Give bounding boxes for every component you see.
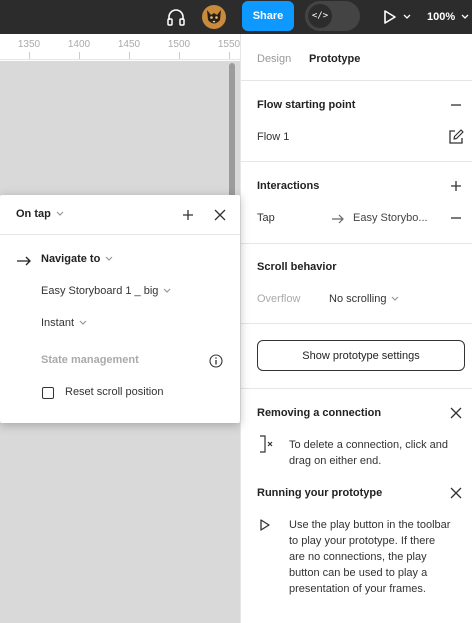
chevron-down-icon bbox=[79, 320, 87, 325]
text-line: Use the play button in the toolbar bbox=[289, 519, 451, 531]
trigger-select[interactable]: On tap bbox=[16, 208, 64, 220]
text-line: presentation of your frames. bbox=[289, 583, 426, 595]
ruler-mark bbox=[179, 52, 180, 59]
horizontal-ruler: 1350 1400 1450 1500 1550 bbox=[0, 34, 240, 60]
interactions-section-title: Interactions bbox=[257, 180, 320, 192]
ruler-tick: 1500 bbox=[167, 39, 191, 50]
close-icon[interactable] bbox=[447, 484, 465, 502]
disconnect-icon bbox=[260, 435, 273, 453]
flow-name[interactable]: Flow 1 bbox=[257, 131, 289, 143]
interaction-trigger: Tap bbox=[257, 212, 275, 224]
zoom-level[interactable]: 100% bbox=[427, 0, 469, 34]
properties-panel: Design Prototype Flow starting point Flo… bbox=[240, 34, 472, 623]
text-line: drag on either end. bbox=[289, 455, 382, 467]
dev-mode-toggle[interactable]: </> bbox=[305, 1, 360, 31]
arrow-right-icon bbox=[17, 256, 31, 266]
text-line: are no connections, the play bbox=[289, 551, 427, 563]
close-icon[interactable] bbox=[447, 404, 465, 422]
zoom-value: 100% bbox=[427, 11, 456, 23]
divider bbox=[241, 243, 472, 244]
ruler-tick: 1400 bbox=[67, 39, 91, 50]
remove-interaction-icon[interactable] bbox=[447, 209, 465, 227]
ruler-mark bbox=[129, 52, 130, 59]
top-toolbar: Share </> 100% bbox=[0, 0, 472, 34]
ruler-tick: 1550 bbox=[217, 39, 241, 50]
text-line: button can be used to play a bbox=[289, 567, 428, 579]
divider bbox=[241, 161, 472, 162]
ruler-tick: 1350 bbox=[17, 39, 41, 50]
chevron-down-icon bbox=[56, 211, 64, 216]
action-value: Navigate to bbox=[41, 253, 101, 265]
destination-select[interactable]: Easy Storyboard 1 _ big bbox=[41, 285, 171, 297]
ruler-mark bbox=[29, 52, 30, 59]
animation-value: Instant bbox=[41, 317, 75, 329]
action-select[interactable]: Navigate to bbox=[41, 253, 113, 265]
text-line: to play your prototype. If there bbox=[289, 535, 436, 547]
running-prototype-text: Use the play button in the toolbar to pl… bbox=[289, 517, 450, 597]
overflow-value: No scrolling bbox=[329, 293, 387, 305]
ruler-mark bbox=[229, 52, 230, 59]
chevron-down-icon bbox=[392, 296, 399, 301]
flow-section-title: Flow starting point bbox=[257, 99, 356, 111]
state-management-label: State management bbox=[41, 354, 139, 366]
removing-connection-title: Removing a connection bbox=[257, 407, 382, 419]
ruler-tick: 1450 bbox=[117, 39, 141, 50]
add-interaction-icon[interactable] bbox=[447, 177, 465, 195]
tab-design[interactable]: Design bbox=[257, 53, 291, 65]
close-icon[interactable] bbox=[211, 206, 229, 224]
trigger-value: On tap bbox=[16, 208, 51, 220]
add-action-icon[interactable] bbox=[179, 206, 197, 224]
chevron-down-icon[interactable] bbox=[400, 0, 414, 34]
ruler-mark bbox=[79, 52, 80, 59]
code-icon: </> bbox=[308, 4, 332, 28]
running-prototype-title: Running your prototype bbox=[257, 487, 383, 499]
interaction-target: Easy Storybo... bbox=[353, 212, 428, 224]
interaction-row[interactable]: Tap Easy Storybo... bbox=[249, 204, 445, 232]
overflow-label: Overflow bbox=[257, 293, 301, 305]
avatar[interactable] bbox=[201, 0, 227, 34]
popup-header: On tap bbox=[0, 195, 240, 235]
removing-connection-text: To delete a connection, click and drag o… bbox=[289, 437, 448, 469]
animation-select[interactable]: Instant bbox=[41, 317, 87, 329]
overflow-select[interactable]: No scrolling bbox=[329, 291, 399, 307]
chevron-down-icon bbox=[105, 256, 113, 261]
remove-flow-icon[interactable] bbox=[447, 96, 465, 114]
divider bbox=[241, 388, 472, 389]
play-icon bbox=[260, 519, 270, 531]
arrow-right-icon bbox=[332, 214, 344, 224]
text-line: To delete a connection, click and bbox=[289, 439, 448, 451]
reset-scroll-label[interactable]: Reset scroll position bbox=[65, 386, 163, 398]
zoom-chevron-icon bbox=[461, 14, 469, 19]
interaction-popup: On tap Navigate to Easy Storyboard 1 _ b… bbox=[0, 195, 240, 423]
headphones-icon[interactable] bbox=[164, 0, 188, 34]
tab-prototype[interactable]: Prototype bbox=[309, 53, 360, 65]
divider bbox=[241, 323, 472, 324]
reset-scroll-checkbox[interactable] bbox=[42, 387, 54, 399]
destination-value: Easy Storyboard 1 _ big bbox=[41, 285, 159, 297]
play-icon[interactable] bbox=[380, 0, 400, 34]
panel-tabs: Design Prototype bbox=[241, 34, 472, 81]
chevron-down-icon bbox=[163, 288, 171, 293]
info-icon[interactable] bbox=[207, 352, 225, 370]
share-button[interactable]: Share bbox=[242, 1, 294, 31]
canvas-scrollbar[interactable] bbox=[229, 63, 235, 197]
edit-icon[interactable] bbox=[447, 128, 465, 146]
scroll-section-title: Scroll behavior bbox=[257, 261, 337, 273]
show-prototype-settings-button[interactable]: Show prototype settings bbox=[257, 340, 465, 371]
